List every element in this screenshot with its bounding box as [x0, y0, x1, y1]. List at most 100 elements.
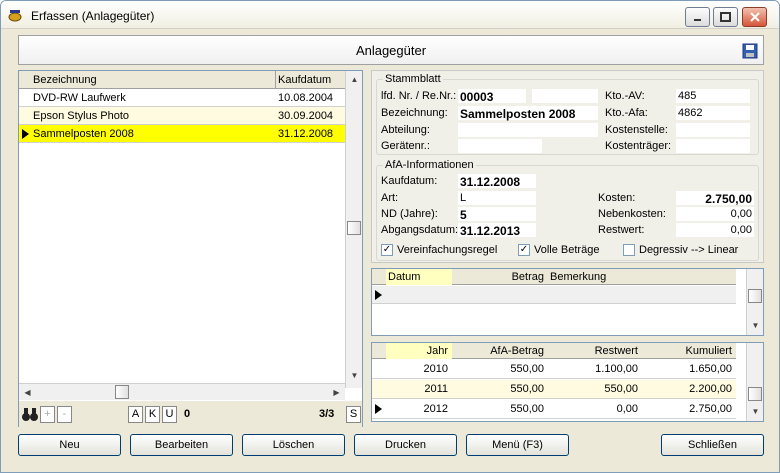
grid-header: Jahr AfA-Betrag Restwert Kumuliert — [372, 343, 736, 359]
s-button[interactable]: S — [346, 406, 361, 423]
neu-button[interactable]: Neu — [18, 434, 121, 456]
add-record-button[interactable]: + — [40, 406, 55, 423]
scroll-down-icon[interactable]: ▼ — [747, 317, 764, 334]
filter-count: 0 — [184, 408, 191, 420]
abteilung-label: Abteilung: — [381, 124, 430, 136]
schliessen-button[interactable]: Schließen — [661, 434, 764, 456]
col-jahr[interactable]: Jahr — [388, 345, 448, 357]
nd-label: ND (Jahre): — [381, 208, 438, 220]
asset-list: Bezeichnung Kaufdatum DVD-RW Laufwerk 10… — [18, 70, 363, 427]
remove-record-button[interactable]: - — [57, 406, 72, 423]
kaufdatum-field[interactable]: 31.12.2008 — [458, 174, 536, 189]
col-kumuliert[interactable]: Kumuliert — [642, 345, 732, 357]
button-bar: Neu Bearbeiten Löschen Drucken Menü (F3)… — [1, 429, 779, 472]
grid-vertical-scrollbar[interactable]: ▼ — [746, 269, 763, 335]
page-header: Anlagegüter — [18, 35, 764, 65]
vereinfachungsregel-checkbox[interactable]: ✓ Vereinfachungsregel — [381, 244, 497, 256]
list-row-selected[interactable]: Sammelposten 2008 31.12.2008 — [19, 125, 345, 143]
list-horizontal-scrollbar[interactable]: ◀ ▶ — [19, 383, 345, 400]
col-bemerkung[interactable]: Bemerkung — [550, 271, 606, 283]
scroll-down-icon[interactable]: ▼ — [346, 367, 363, 384]
detail-panel: Stammblatt lfd. Nr. / Re.Nr.: 00003 Beze… — [371, 70, 764, 263]
grid-vertical-scrollbar[interactable]: ▼ — [746, 343, 763, 421]
volle-betraege-checkbox[interactable]: ✓ Volle Beträge — [518, 244, 599, 256]
cell-betrag: 550,00 — [510, 403, 544, 415]
loeschen-button[interactable]: Löschen — [242, 434, 345, 456]
col-betrag[interactable]: Betrag — [452, 271, 544, 283]
art-field[interactable]: L — [458, 191, 536, 205]
scroll-up-icon[interactable]: ▲ — [346, 71, 363, 88]
kostenstelle-label: Kostenstelle: — [605, 124, 668, 136]
list-header: Bezeichnung Kaufdatum — [19, 71, 345, 89]
binoculars-icon[interactable] — [22, 407, 38, 422]
row-bezeichnung: DVD-RW Laufwerk — [33, 92, 126, 104]
close-button[interactable] — [742, 7, 767, 27]
scroll-thumb[interactable] — [115, 385, 129, 399]
restwert-field[interactable]: 0,00 — [676, 223, 754, 237]
record-position: 3/3 — [319, 408, 335, 420]
abgangsdatum-field[interactable]: 31.12.2013 — [458, 223, 536, 238]
scroll-thumb[interactable] — [748, 387, 762, 401]
kostenstelle-field[interactable] — [676, 123, 750, 137]
table-row[interactable]: 2011 550,00 550,00 2.200,00 — [372, 380, 736, 399]
kostentraeger-field[interactable] — [676, 139, 750, 153]
list-row[interactable]: Epson Stylus Photo 30.09.2004 — [19, 107, 345, 125]
kto-av-label: Kto.-AV: — [605, 90, 645, 102]
abteilung-field[interactable] — [458, 123, 598, 137]
scroll-left-icon[interactable]: ◀ — [19, 384, 36, 401]
drucken-button[interactable]: Drucken — [354, 434, 457, 456]
lfd-nr-field[interactable]: 00003 — [458, 89, 526, 104]
window-title: Erfassen (Anlagegüter) — [31, 9, 155, 23]
degressiv-linear-checkbox[interactable]: Degressiv --> Linear — [623, 244, 738, 256]
stammblatt-legend: Stammblatt — [385, 73, 441, 85]
minimize-button[interactable] — [685, 7, 710, 27]
art-label: Art: — [381, 192, 399, 204]
row-pointer-icon — [22, 129, 29, 139]
cell-restwert: 1.100,00 — [595, 363, 638, 375]
teapot-icon — [8, 10, 22, 22]
geraetenr-field[interactable] — [458, 139, 542, 153]
col-afa-betrag[interactable]: AfA-Betrag — [452, 345, 544, 357]
scroll-right-icon[interactable]: ▶ — [328, 384, 345, 401]
filter-k-button[interactable]: K — [145, 406, 160, 423]
maximize-icon — [719, 12, 731, 22]
scroll-thumb[interactable] — [347, 221, 361, 235]
list-row[interactable]: DVD-RW Laufwerk 10.08.2004 — [19, 89, 345, 107]
menu-button[interactable]: Menü (F3) — [466, 434, 569, 456]
kosten-field[interactable]: 2.750,00 — [676, 191, 754, 206]
nd-field[interactable]: 5 — [458, 207, 536, 222]
afa-schedule-grid: Jahr AfA-Betrag Restwert Kumuliert 2010 … — [371, 342, 764, 422]
cell-restwert: 550,00 — [604, 383, 638, 395]
kto-afa-field[interactable]: 4862 — [676, 106, 750, 120]
list-vertical-scrollbar[interactable]: ▲ ▼ — [345, 71, 362, 388]
grid-new-row[interactable] — [372, 286, 736, 304]
kto-av-field[interactable]: 485 — [676, 89, 750, 103]
maximize-button[interactable] — [713, 7, 738, 27]
scroll-down-icon[interactable]: ▼ — [747, 403, 764, 420]
bearbeiten-button[interactable]: Bearbeiten — [130, 434, 233, 456]
vereinfachungsregel-label: Vereinfachungsregel — [397, 244, 498, 256]
nebenkosten-field[interactable]: 0,00 — [676, 207, 754, 221]
filter-u-button[interactable]: U — [162, 406, 177, 423]
title-bar[interactable]: Erfassen (Anlagegüter) — [1, 1, 779, 29]
afa-legend: AfA-Informationen — [385, 159, 474, 171]
lfd-label: lfd. Nr. / Re.Nr.: — [381, 90, 457, 102]
cell-kumuliert: 2.750,00 — [689, 403, 732, 415]
page-title: Anlagegüter — [355, 43, 427, 58]
col-bezeichnung[interactable]: Bezeichnung — [33, 74, 97, 86]
cell-kumuliert: 1.650,00 — [689, 363, 732, 375]
re-nr-field[interactable] — [532, 89, 598, 103]
volle-betraege-label: Volle Beträge — [534, 244, 600, 256]
col-restwert[interactable]: Restwert — [550, 345, 638, 357]
row-kaufdatum: 30.09.2004 — [278, 110, 334, 122]
col-datum[interactable]: Datum — [388, 271, 420, 283]
scroll-thumb[interactable] — [748, 289, 762, 303]
table-row[interactable]: 2010 550,00 1.100,00 1.650,00 — [372, 360, 736, 379]
table-row[interactable]: 2012 550,00 0,00 2.750,00 — [372, 400, 736, 419]
filter-a-button[interactable]: A — [128, 406, 143, 423]
grid-header: Datum Betrag Bemerkung — [372, 269, 736, 285]
floppy-disk-icon[interactable] — [742, 43, 758, 59]
cell-jahr: 2012 — [423, 403, 448, 415]
bezeichnung-field[interactable]: Sammelposten 2008 — [458, 106, 598, 121]
col-kaufdatum[interactable]: Kaufdatum — [278, 74, 331, 86]
